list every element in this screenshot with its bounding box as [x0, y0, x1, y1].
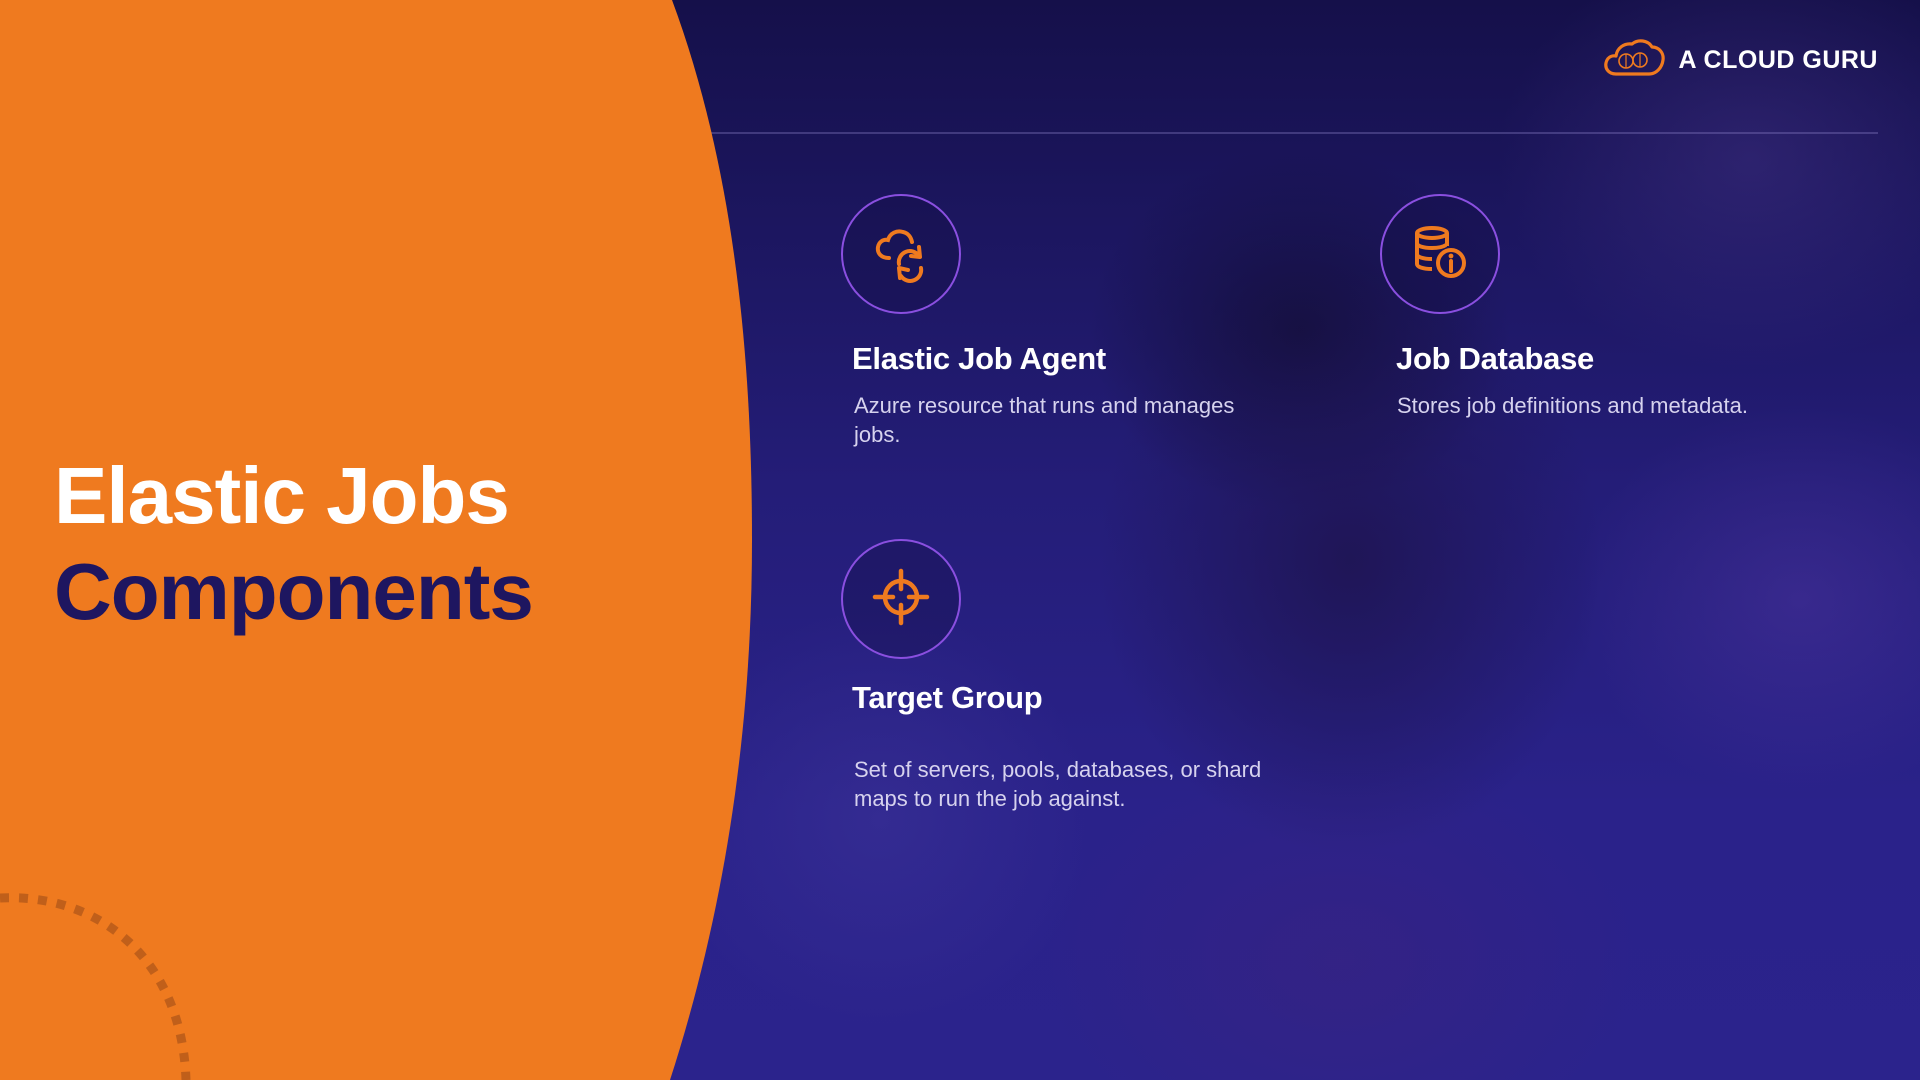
- header-divider: [710, 132, 1878, 134]
- brand-name: A CLOUD GURU: [1678, 45, 1878, 74]
- component-title-job-database: Job Database: [1396, 341, 1594, 376]
- cloud-sync-icon: [869, 220, 933, 289]
- crosshair-icon: [869, 565, 933, 634]
- slide-title: Elastic Jobs Components: [54, 448, 674, 640]
- component-title-elastic-job-agent: Elastic Job Agent: [852, 341, 1106, 376]
- component-desc-target-group: Set of servers, pools, databases, or sha…: [854, 757, 1262, 811]
- component-desc-elastic-job-agent: Azure resource that runs and manages job…: [854, 393, 1235, 447]
- database-info-icon-circle: [1380, 194, 1500, 314]
- database-info-icon: [1408, 220, 1472, 289]
- cloud-sync-icon-circle: [841, 194, 961, 314]
- slide-title-line2: Components: [54, 547, 534, 636]
- slide-title-line1: Elastic Jobs: [54, 451, 510, 540]
- cloud-logo-icon: [1602, 36, 1666, 85]
- component-title-target-group: Target Group: [852, 680, 1043, 715]
- crosshair-icon-circle: [841, 539, 961, 659]
- component-desc-job-database: Stores job definitions and metadata.: [1397, 393, 1749, 418]
- brand-logo: A CLOUD GURU: [1602, 36, 1878, 84]
